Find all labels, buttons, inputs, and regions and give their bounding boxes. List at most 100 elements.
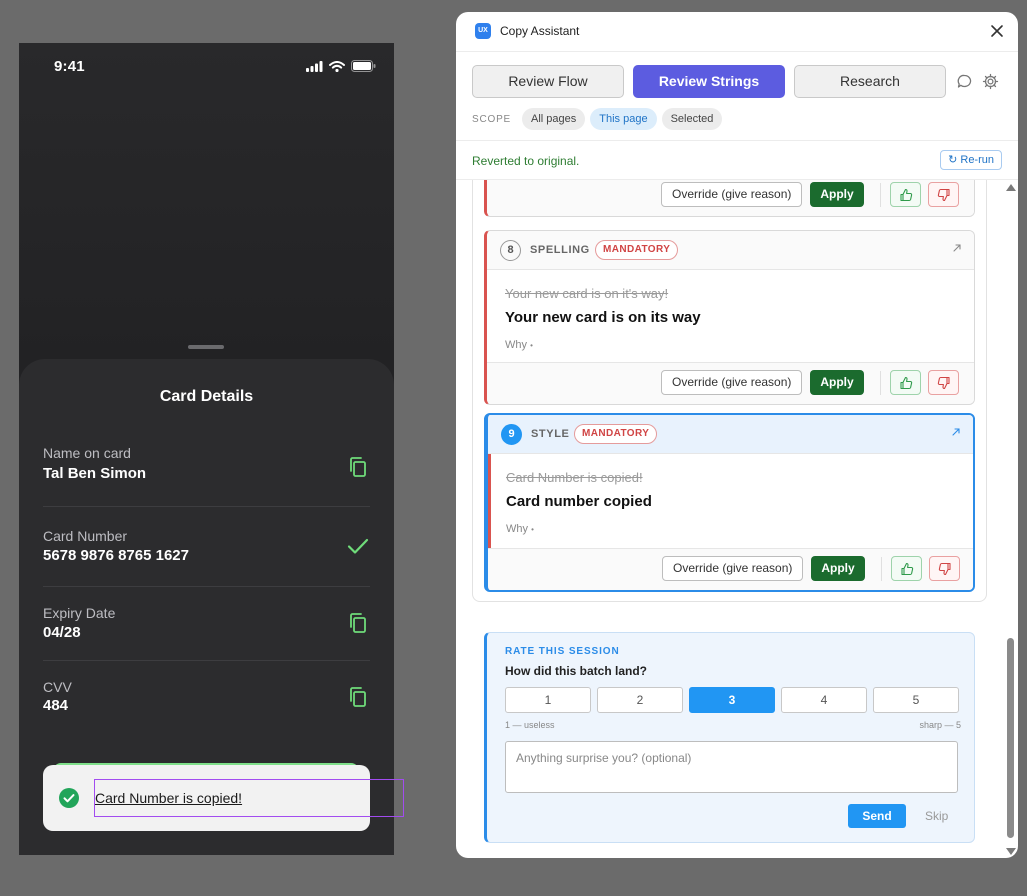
suggestions-scroll-area[interactable]: Override (give reason) Apply 8 SPELLING …: [456, 180, 1004, 858]
close-icon[interactable]: [988, 22, 1006, 40]
suggestion-card-7: Override (give reason) Apply: [484, 180, 975, 217]
scope-selector: SCOPE All pages This page Selected: [472, 108, 723, 130]
app-logo: UX: [475, 23, 491, 39]
title-bar: UX Copy Assistant: [456, 12, 1018, 52]
rating-option-1[interactable]: 1: [505, 687, 591, 713]
rating-option-5[interactable]: 5: [873, 687, 959, 713]
tab-review-strings[interactable]: Review Strings: [633, 65, 785, 98]
skip-button[interactable]: Skip: [925, 809, 948, 823]
item-number: 9: [501, 424, 522, 445]
row-label: CVV: [43, 679, 72, 695]
thumbs-up-icon: [900, 376, 913, 390]
wifi-icon: [329, 60, 345, 72]
row-label: Name on card: [43, 445, 131, 461]
thumbs-down-button[interactable]: [928, 182, 959, 207]
why-toggle[interactable]: Why •: [506, 523, 534, 535]
thumbs-down-icon: [937, 376, 950, 390]
original-text: Card Number is copied!: [506, 470, 643, 485]
thumbs-up-button[interactable]: [890, 182, 921, 207]
status-time: 9:41: [54, 58, 85, 75]
suggestion-card-9[interactable]: 9 STYLE MANDATORY Card Number is copied!…: [484, 413, 975, 592]
thumbs-down-button[interactable]: [929, 556, 960, 581]
suggested-text: Card number copied: [506, 493, 652, 510]
card-actions: Override (give reason) Apply: [488, 548, 973, 590]
scope-chip-selected[interactable]: Selected: [661, 108, 723, 130]
row-name-on-card: Name on card Tal Ben Simon: [43, 433, 370, 507]
why-dot: •: [531, 525, 534, 534]
rating-option-3[interactable]: 3: [689, 687, 775, 713]
row-label: Expiry Date: [43, 605, 116, 621]
override-button[interactable]: Override (give reason): [661, 370, 803, 395]
row-card-number: Card Number 5678 9876 8765 1627: [43, 507, 370, 587]
override-button[interactable]: Override (give reason): [662, 556, 804, 581]
why-label: Why: [506, 523, 528, 535]
rerun-button[interactable]: ↻ Re-run: [940, 150, 1002, 170]
rating-max-label: sharp — 5: [919, 720, 961, 730]
thumbs-up-icon: [901, 562, 914, 576]
comment-icon[interactable]: [956, 73, 973, 90]
scope-chip-all-pages[interactable]: All pages: [522, 108, 586, 130]
why-toggle[interactable]: Why •: [505, 339, 533, 351]
thumbs-up-button[interactable]: [891, 556, 922, 581]
signal-icon: [306, 60, 323, 72]
rate-title: RATE THIS SESSION: [505, 646, 620, 657]
suggestion-card-8[interactable]: 8 SPELLING MANDATORY Your new card is on…: [484, 230, 975, 405]
item-category: STYLE: [531, 428, 570, 440]
row-cvv: CVV 484: [43, 661, 370, 735]
severity-badge: MANDATORY: [595, 240, 679, 260]
row-value: Tal Ben Simon: [43, 465, 147, 482]
thumbs-up-icon: [900, 188, 913, 202]
feedback-textarea[interactable]: [505, 741, 958, 793]
override-button[interactable]: Override (give reason): [661, 182, 803, 207]
copy-assistant-panel: UX Copy Assistant Review Flow Review Str…: [456, 12, 1018, 858]
rating-option-4[interactable]: 4: [781, 687, 867, 713]
card-actions: Override (give reason) Apply: [487, 180, 974, 216]
rate-session-panel: RATE THIS SESSION How did this batch lan…: [484, 632, 975, 843]
divider: [880, 183, 881, 207]
scope-chip-this-page[interactable]: This page: [590, 108, 657, 130]
jump-to-layer-icon[interactable]: [952, 243, 962, 253]
thumbs-down-icon: [937, 188, 950, 202]
scroll-thumb[interactable]: [1007, 638, 1014, 838]
card-header: 9 STYLE MANDATORY: [488, 415, 973, 454]
phone-preview: 9:41 Card Details Name on card Tal Ben S…: [19, 43, 394, 855]
row-value: 5678 9876 8765 1627: [43, 547, 189, 564]
send-button[interactable]: Send: [848, 804, 906, 828]
jump-to-layer-icon[interactable]: [951, 427, 961, 437]
gear-icon[interactable]: [982, 73, 999, 90]
rating-scale: 1 2 3 4 5: [505, 687, 959, 713]
rating-option-2[interactable]: 2: [597, 687, 683, 713]
rerun-label: Re-run: [960, 154, 994, 166]
apply-button[interactable]: Apply: [811, 556, 865, 581]
apply-button[interactable]: Apply: [810, 370, 864, 395]
row-expiry-date: Expiry Date 04/28: [43, 587, 370, 661]
divider: [880, 371, 881, 395]
scroll-up-arrow-icon[interactable]: [1006, 184, 1016, 191]
scrollbar[interactable]: [1004, 180, 1018, 858]
copy-icon[interactable]: [346, 611, 370, 635]
tab-research[interactable]: Research: [794, 65, 946, 98]
copy-icon[interactable]: [346, 685, 370, 709]
copy-icon[interactable]: [346, 455, 370, 479]
why-label: Why: [505, 339, 527, 351]
thumbs-down-button[interactable]: [928, 370, 959, 395]
status-bar: 9:41: [19, 43, 394, 91]
check-icon[interactable]: [346, 534, 370, 558]
row-value: 484: [43, 697, 69, 714]
row-value: 04/28: [43, 624, 81, 641]
row-label: Card Number: [43, 528, 128, 544]
severity-badge: MANDATORY: [574, 424, 658, 444]
sheet-grabber[interactable]: [188, 345, 224, 349]
status-message: Reverted to original.: [472, 154, 580, 168]
rate-question: How did this batch land?: [505, 664, 647, 678]
tab-review-flow[interactable]: Review Flow: [472, 65, 624, 98]
why-dot: •: [530, 341, 533, 350]
original-text: Your new card is on it's way!: [505, 286, 669, 301]
apply-button[interactable]: Apply: [810, 182, 864, 207]
thumbs-down-icon: [938, 562, 951, 576]
scroll-down-arrow-icon[interactable]: [1006, 848, 1016, 855]
item-category: SPELLING: [530, 244, 590, 256]
status-strip: Reverted to original. ↻ Re-run: [456, 140, 1018, 180]
scope-label: SCOPE: [472, 113, 512, 125]
thumbs-up-button[interactable]: [890, 370, 921, 395]
